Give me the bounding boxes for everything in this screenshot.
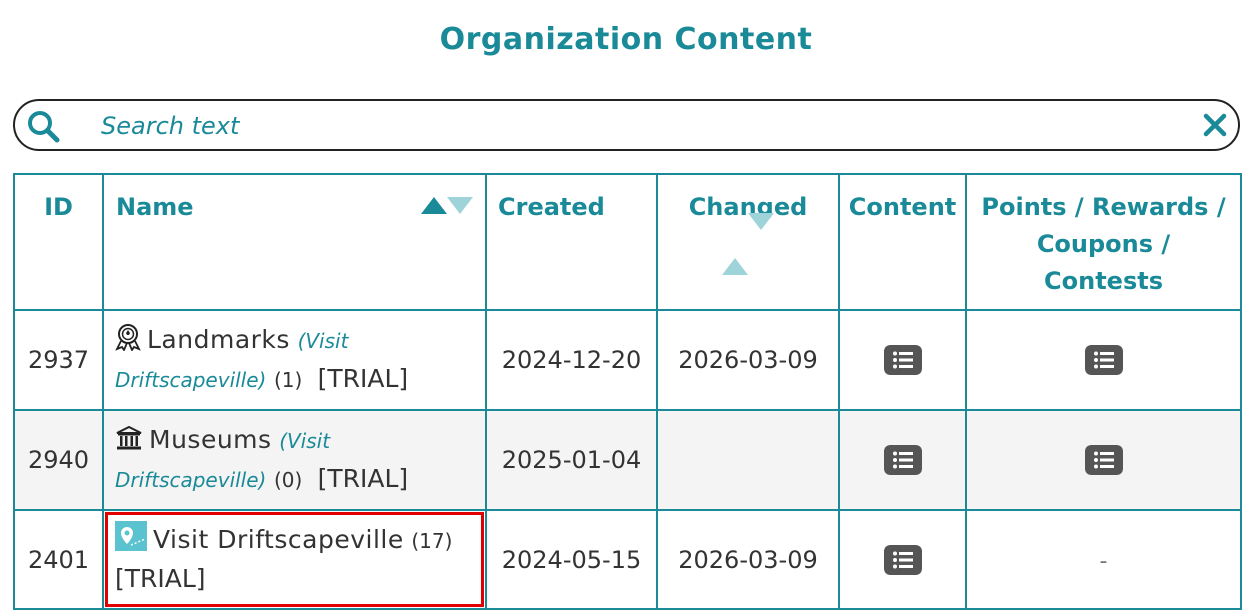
header-label: Contests: [1044, 267, 1163, 295]
item-name[interactable]: Museums: [149, 425, 272, 454]
table-header-row: ID Name Created Changed Content Points /…: [13, 173, 1242, 311]
trial-badge: [TRIAL]: [317, 464, 409, 493]
search-icon[interactable]: [25, 108, 61, 144]
points-list-icon[interactable]: [1084, 345, 1123, 375]
landmark-award-icon: [115, 324, 141, 351]
page-title: Organization Content: [439, 22, 813, 57]
museum-icon: [116, 425, 142, 450]
item-name[interactable]: Visit Driftscapeville: [153, 525, 404, 554]
map-pin-icon: [115, 521, 147, 551]
sort-descending-icon[interactable]: [748, 213, 774, 258]
cell-changed: [656, 409, 840, 511]
column-header-points: Points / Rewards / Coupons / Contests: [965, 173, 1242, 311]
item-count: (1): [274, 368, 303, 392]
cell-content: [838, 509, 967, 610]
header-label: Name: [116, 193, 194, 221]
cell-created: 2024-05-15: [485, 509, 658, 610]
cell-changed: 2026-03-09: [656, 309, 840, 411]
item-count: (17): [411, 529, 453, 553]
cell-points: [965, 309, 1242, 411]
trial-badge: [TRIAL]: [317, 364, 409, 393]
sort-arrows[interactable]: [720, 213, 776, 275]
cell-id: 2940: [13, 409, 104, 511]
column-header-created[interactable]: Created: [485, 173, 658, 311]
header-label: Coupons /: [1036, 230, 1171, 258]
content-list-icon[interactable]: [883, 345, 922, 375]
column-header-changed[interactable]: Changed: [656, 173, 840, 311]
column-header-name[interactable]: Name: [102, 173, 487, 311]
table-row: 2401 Visit Driftscapeville (17) [TRIAL] …: [13, 509, 1242, 610]
cell-changed: 2026-03-09: [656, 509, 840, 610]
sort-descending-icon[interactable]: [447, 197, 473, 214]
cell-points: [965, 409, 1242, 511]
cell-name[interactable]: Museums (Visit Driftscapeville) (0) [TRI…: [102, 409, 487, 511]
content-list-icon[interactable]: [883, 544, 922, 575]
cell-created: 2025-01-04: [485, 409, 658, 511]
cell-created: 2024-12-20: [485, 309, 658, 411]
cell-name[interactable]: Landmarks (Visit Driftscapeville) (1) [T…: [102, 309, 487, 411]
header-label: Content: [848, 193, 957, 221]
header-label: Points / Rewards /: [981, 193, 1226, 221]
cell-name[interactable]: Visit Driftscapeville (17) [TRIAL]: [102, 509, 487, 610]
item-count: (0): [274, 468, 303, 492]
cell-points: -: [965, 509, 1242, 610]
sort-arrows[interactable]: [421, 197, 473, 214]
points-list-icon[interactable]: [1084, 445, 1123, 475]
table-row: 2937 Landmarks (Visit Driftscapeville) (…: [13, 309, 1242, 411]
item-name[interactable]: Landmarks: [147, 325, 290, 354]
cell-id: 2937: [13, 309, 104, 411]
cell-content: [838, 409, 967, 511]
cell-id: 2401: [13, 509, 104, 610]
empty-value: -: [1099, 548, 1108, 574]
search-bar: [13, 99, 1240, 151]
header-label: Created: [498, 193, 605, 221]
clear-search-icon[interactable]: [1200, 110, 1230, 140]
column-header-content: Content: [838, 173, 967, 311]
column-header-id[interactable]: ID: [13, 173, 104, 311]
trial-badge: [TRIAL]: [115, 564, 206, 593]
sort-ascending-icon[interactable]: [722, 230, 748, 275]
search-input[interactable]: [101, 109, 1161, 143]
content-table: ID Name Created Changed Content Points /…: [13, 173, 1242, 610]
content-list-icon[interactable]: [883, 445, 922, 475]
header-label: ID: [44, 193, 73, 221]
sort-ascending-icon[interactable]: [421, 197, 447, 214]
table-row: 2940 Museums (Visit Driftscapeville) (0)…: [13, 409, 1242, 511]
cell-content: [838, 309, 967, 411]
